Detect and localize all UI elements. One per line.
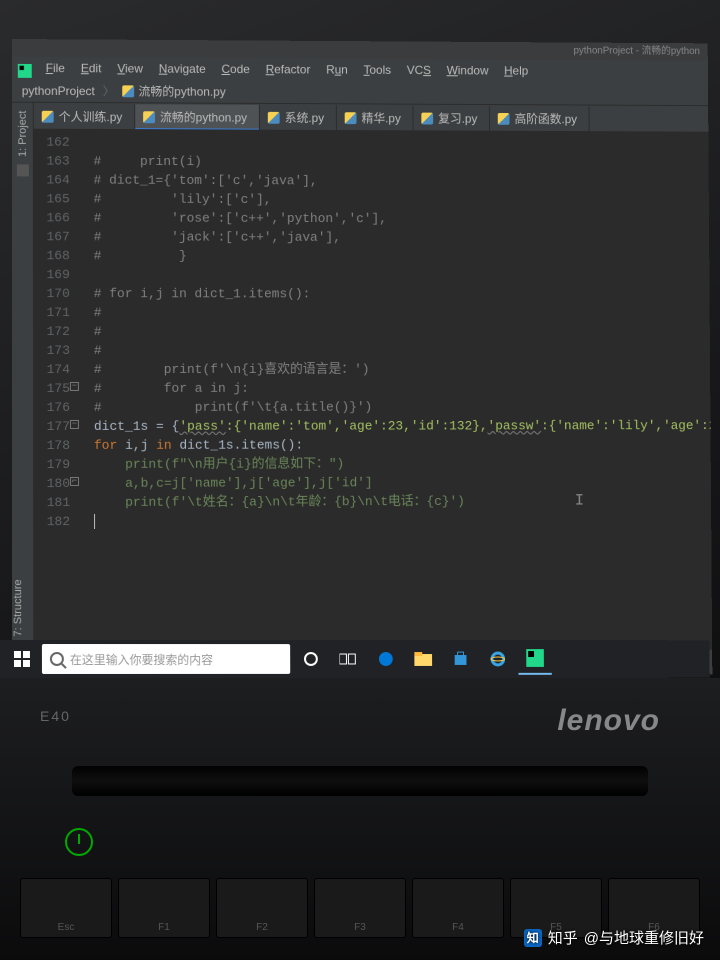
search-icon — [50, 652, 64, 666]
code-editor[interactable]: 162163164165166167 168169170171172173 17… — [34, 129, 712, 653]
menu-edit[interactable]: Edit — [73, 58, 109, 78]
menu-vcs[interactable]: VCS — [399, 60, 439, 80]
laptop-bezel: pythonProject - 流畅的python File Edit View… — [0, 0, 720, 960]
key-esc[interactable]: Esc — [20, 878, 112, 938]
tab-hof[interactable]: 高阶函数.py — [490, 106, 590, 131]
taskbar-search[interactable]: 在这里输入你要搜索的内容 — [42, 644, 290, 674]
fold-minus-icon[interactable]: − — [70, 382, 79, 391]
power-button[interactable] — [65, 828, 93, 856]
fold-end-icon[interactable]: ⌐ — [70, 477, 79, 486]
store-icon[interactable] — [444, 643, 478, 675]
breadcrumb-project[interactable]: pythonProject — [22, 83, 95, 97]
menu-code[interactable]: Code — [214, 59, 258, 79]
editor-tabs: 个人训练.py 流畅的python.py 系统.py 精华.py 复习.py 高… — [34, 103, 709, 132]
tool-project[interactable]: 1: Project — [16, 111, 28, 157]
cortana-icon[interactable] — [294, 643, 328, 675]
menu-help[interactable]: Help — [496, 61, 536, 81]
python-file-icon — [268, 111, 280, 123]
key-f1[interactable]: F1 — [118, 878, 210, 938]
menu-tools[interactable]: Tools — [356, 60, 399, 80]
tab-system[interactable]: 系统.py — [260, 105, 337, 130]
line-gutter: 162163164165166167 168169170171172173 17… — [34, 129, 80, 653]
menu-run[interactable]: Run — [318, 60, 356, 80]
menu-window[interactable]: Window — [439, 60, 497, 80]
tool-structure[interactable]: 7: Structure — [12, 580, 24, 637]
tab-review[interactable]: 复习.py — [414, 106, 491, 131]
laptop-model: E40 — [40, 708, 71, 724]
edge-icon[interactable] — [369, 643, 403, 675]
breadcrumb-file[interactable]: 流畅的python.py — [123, 82, 226, 99]
fold-minus-icon[interactable]: − — [70, 420, 79, 429]
breadcrumb: pythonProject 〉 流畅的python.py — [12, 79, 708, 106]
file-explorer-icon[interactable] — [406, 643, 440, 675]
python-file-icon — [421, 112, 433, 124]
tab-fluent-python[interactable]: 流畅的python.py — [135, 104, 260, 129]
menu-refactor[interactable]: Refactor — [258, 59, 319, 79]
python-file-icon — [143, 111, 155, 123]
text-cursor — [94, 514, 95, 529]
key-f3[interactable]: F3 — [314, 878, 406, 938]
code-area[interactable]: # print(i) # dict_1={'tom':['c','java'],… — [80, 129, 713, 653]
python-file-icon — [123, 85, 135, 97]
zhihu-icon: 知 — [524, 929, 542, 947]
menu-navigate[interactable]: Navigate — [151, 59, 214, 79]
menu-view[interactable]: View — [109, 58, 151, 78]
ie-icon[interactable] — [481, 643, 514, 675]
menu-file[interactable]: File — [38, 58, 73, 78]
project-icon — [16, 165, 28, 177]
laptop-hinge — [72, 766, 648, 796]
ibeam-cursor-icon: I — [575, 492, 585, 511]
key-f2[interactable]: F2 — [216, 878, 308, 938]
ide-screen: pythonProject - 流畅的python File Edit View… — [12, 39, 713, 679]
windows-icon — [14, 651, 30, 667]
python-file-icon — [42, 110, 54, 122]
windows-taskbar: 在这里输入你要搜索的内容 — [0, 640, 710, 678]
pycharm-taskbar-icon[interactable] — [518, 643, 551, 675]
key-f4[interactable]: F4 — [412, 878, 504, 938]
python-file-icon — [498, 112, 510, 124]
start-button[interactable] — [6, 643, 38, 675]
pycharm-icon — [18, 64, 32, 78]
python-file-icon — [345, 112, 357, 124]
tab-essence[interactable]: 精华.py — [337, 105, 414, 130]
laptop-deck: E40 lenovo Esc F1 F2 F3 F4 F5 F6 — [0, 678, 720, 960]
task-view-icon[interactable] — [332, 643, 366, 675]
left-tool-stripe: 1: Project 7: Structure — [12, 103, 34, 653]
zhihu-watermark: 知 知乎 @与地球重修旧好 — [524, 927, 704, 948]
tab-personal[interactable]: 个人训练.py — [34, 104, 135, 129]
chevron-right-icon: 〉 — [103, 82, 115, 99]
laptop-brand: lenovo — [557, 704, 660, 738]
